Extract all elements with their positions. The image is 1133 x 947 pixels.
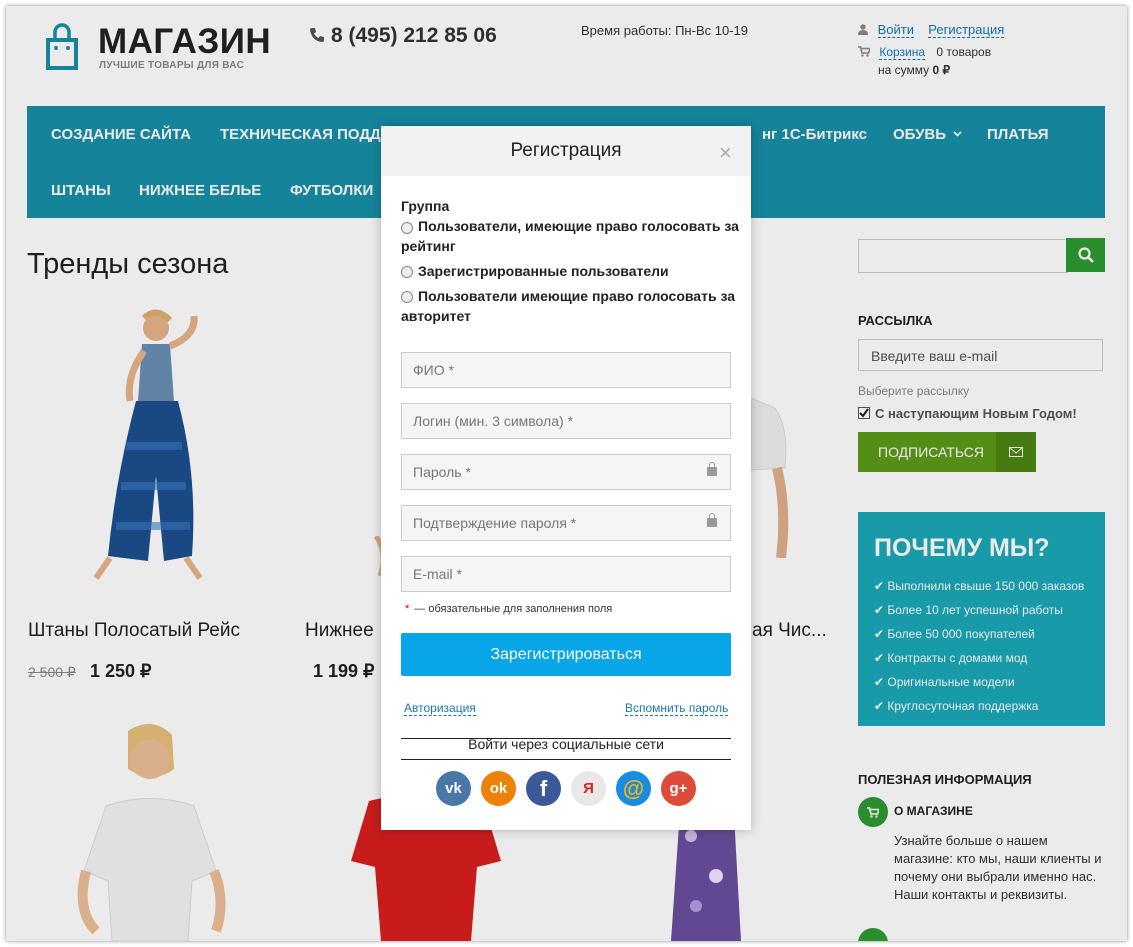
login-field[interactable]: Логин (мин. 3 символа) *	[401, 403, 731, 439]
email-field[interactable]: E-mail *	[401, 556, 731, 592]
register-submit-button[interactable]: Зарегистрироваться	[401, 633, 731, 676]
required-note-text: — обязательные для заполнения поля	[414, 603, 613, 615]
close-icon[interactable]: ×	[719, 140, 732, 166]
registration-modal: Регистрация × Группа Пользователи, имеющ…	[381, 126, 751, 830]
vk-icon[interactable]: vk	[436, 771, 471, 806]
required-note: * — обязательные для заполнения поля	[405, 603, 612, 615]
password-field[interactable]: Пароль *	[401, 454, 731, 490]
modal-title: Регистрация	[510, 140, 622, 161]
password-placeholder: Пароль *	[413, 464, 471, 480]
facebook-icon[interactable]: f	[526, 771, 561, 806]
social-divider-bottom	[401, 759, 731, 760]
confirm-password-field[interactable]: Подтверждение пароля *	[401, 505, 731, 541]
odnoklassniki-icon[interactable]: ok	[481, 771, 516, 806]
page: МАГАЗИН ЛУЧШИЕ ТОВАРЫ ДЛЯ ВАС 8 (495) 21…	[6, 6, 1127, 941]
google-plus-icon[interactable]: g+	[661, 771, 696, 806]
yandex-icon[interactable]: Я	[571, 771, 606, 806]
authorization-link[interactable]: Авторизация	[404, 701, 476, 716]
group-option-authority[interactable]: Пользователи имеющие право голосовать за…	[401, 286, 741, 326]
mail-ru-icon[interactable]: @	[616, 771, 651, 806]
group-option-registered[interactable]: Зарегистрированные пользователи	[401, 261, 741, 281]
social-login-label: Войти через социальные сети	[468, 736, 664, 752]
modal-header: Регистрация ×	[381, 126, 751, 176]
required-star: *	[405, 603, 410, 615]
confirm-password-placeholder: Подтверждение пароля *	[413, 515, 577, 531]
group-label: Группа	[401, 198, 450, 214]
lock-icon	[707, 462, 717, 476]
group-option-rating[interactable]: Пользователи, имеющие право голосовать з…	[401, 216, 741, 256]
fio-field[interactable]: ФИО *	[401, 352, 731, 388]
forgot-password-link[interactable]: Вспомнить пароль	[625, 701, 729, 716]
lock-icon	[707, 513, 717, 527]
